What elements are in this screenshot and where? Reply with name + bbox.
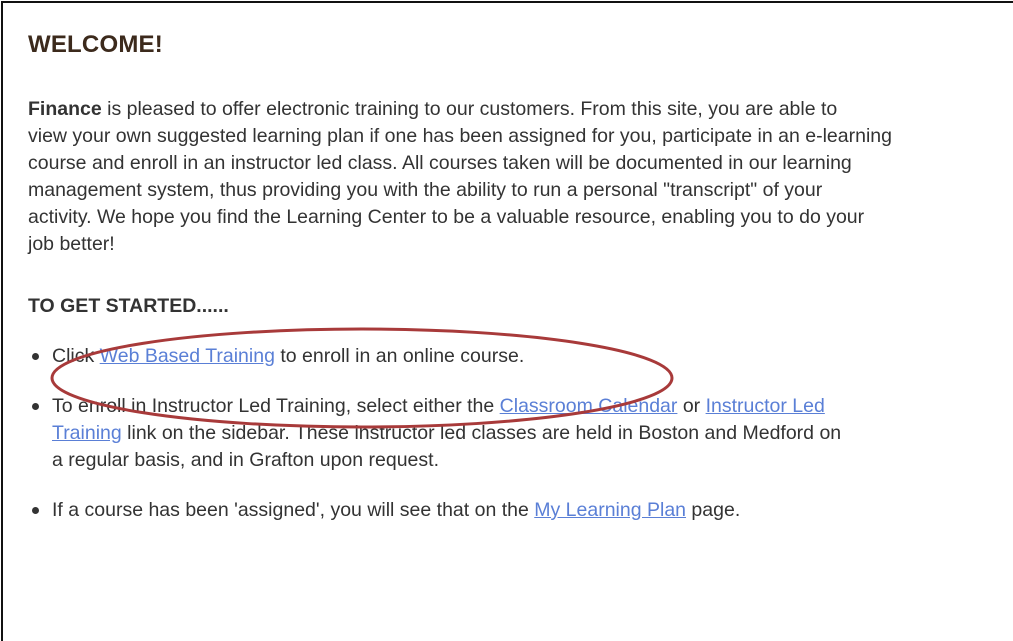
intro-line: management system, thus providing you wi…	[28, 179, 823, 201]
brand-name: Finance	[28, 98, 102, 120]
my-learning-plan-link[interactable]: My Learning Plan	[534, 499, 686, 521]
list-item-web-based-training: Click Web Based Training to enroll in an…	[28, 343, 1013, 370]
bullet-icon	[32, 353, 39, 360]
intro-paragraph: Finance is pleased to offer electronic t…	[28, 96, 1013, 258]
web-based-training-link[interactable]: Web Based Training	[100, 345, 275, 367]
page-title: WELCOME!	[28, 31, 163, 58]
instructor-led-training-link-cont[interactable]: Training	[52, 422, 122, 444]
intro-line: job better!	[28, 233, 115, 255]
list-item-my-learning-plan: If a course has been 'assigned', you wil…	[28, 497, 1013, 524]
intro-line: activity. We hope you find the Learning …	[28, 206, 865, 228]
steps-list: Click Web Based Training to enroll in an…	[28, 343, 1013, 524]
list-item-instructor-led: To enroll in Instructor Led Training, se…	[28, 393, 1013, 474]
intro-line: course and enroll in an instructor led c…	[28, 152, 852, 174]
bullet-icon	[32, 507, 39, 514]
intro-line: view your own suggested learning plan if…	[28, 125, 892, 147]
get-started-heading: TO GET STARTED......	[28, 295, 229, 317]
welcome-panel: WELCOME! Finance is pleased to offer ele…	[28, 30, 1013, 547]
intro-line: Finance is pleased to offer electronic t…	[28, 98, 838, 120]
classroom-calendar-link[interactable]: Classroom Calendar	[500, 395, 678, 417]
instructor-led-training-link[interactable]: Instructor Led	[706, 395, 825, 417]
bullet-icon	[32, 403, 39, 410]
